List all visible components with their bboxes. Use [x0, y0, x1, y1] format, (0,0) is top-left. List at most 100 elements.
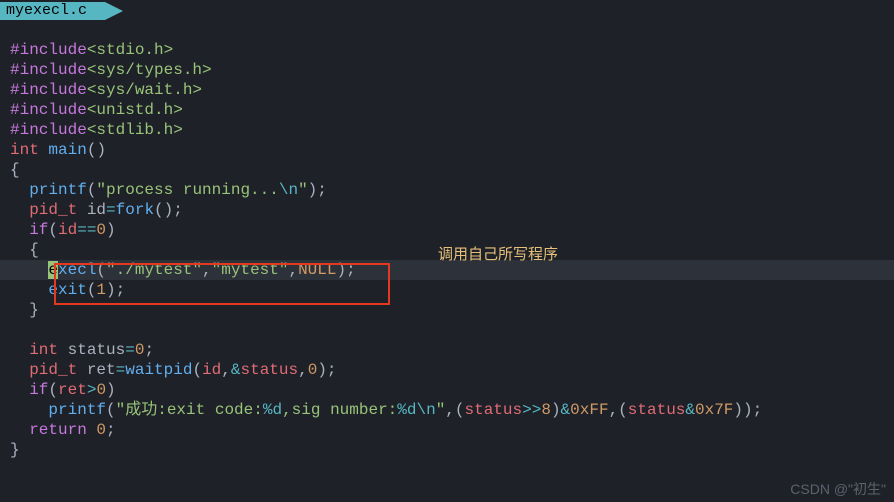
comma: , — [298, 361, 308, 379]
fn-waitpid: waitpid — [125, 361, 192, 379]
num-zero: 0 — [308, 361, 318, 379]
op-amp: & — [561, 401, 571, 419]
comma: , — [609, 401, 619, 419]
var-status: status — [58, 341, 125, 359]
kw-pidt: pid_t — [29, 201, 77, 219]
op-amp: & — [685, 401, 695, 419]
header-syswait: <sys/wait.h> — [87, 81, 202, 99]
num-eight: 8 — [541, 401, 551, 419]
num-one: 1 — [96, 281, 106, 299]
paren: ) — [106, 281, 116, 299]
paren: ) — [308, 181, 318, 199]
kw-include: #include — [10, 61, 87, 79]
var-status: status — [465, 401, 523, 419]
brace: { — [29, 241, 39, 259]
fn-main: main — [48, 141, 86, 159]
str: "成功:exit code: — [116, 401, 263, 419]
paren: ) — [733, 401, 743, 419]
var-id: id — [58, 221, 77, 239]
num-hexff: 0xFF — [570, 401, 608, 419]
semicolon: ; — [753, 401, 763, 419]
kw-include: #include — [10, 81, 87, 99]
paren: ( — [87, 141, 97, 159]
kw-include: #include — [10, 101, 87, 119]
fn-printf: printf — [29, 181, 87, 199]
paren: ) — [743, 401, 753, 419]
op-eqeq: == — [77, 221, 96, 239]
str: ,sig number: — [282, 401, 397, 419]
header-stdlib: <stdlib.h> — [87, 121, 183, 139]
str: " — [298, 181, 308, 199]
header-stdio: <stdio.h> — [87, 41, 173, 59]
semicolon: ; — [346, 261, 356, 279]
var-ret: ret — [77, 361, 115, 379]
comma: , — [202, 261, 212, 279]
comma: , — [221, 361, 231, 379]
num-zero: 0 — [96, 221, 106, 239]
watermark-text: CSDN @"初生" — [790, 481, 886, 499]
kw-include: #include — [10, 121, 87, 139]
str: "mytest" — [212, 261, 289, 279]
fn-exit: exit — [48, 281, 86, 299]
num-zero: 0 — [135, 341, 145, 359]
str: "./mytest" — [106, 261, 202, 279]
op-assign: = — [106, 201, 116, 219]
var-id: id — [202, 361, 221, 379]
escape: \n — [279, 181, 298, 199]
var-ret: ret — [58, 381, 87, 399]
brace: } — [29, 301, 39, 319]
fn-printf: printf — [48, 401, 106, 419]
brace: } — [10, 441, 20, 459]
header-unistd: <unistd.h> — [87, 101, 183, 119]
paren: ( — [87, 281, 97, 299]
comma: , — [445, 401, 455, 419]
comma: , — [288, 261, 298, 279]
code-area: #include<stdio.h> #include<sys/types.h> … — [0, 20, 894, 460]
file-tab[interactable]: myexecl.c — [0, 2, 105, 20]
paren: ) — [106, 221, 116, 239]
paren: ( — [96, 261, 106, 279]
paren: ( — [455, 401, 465, 419]
semicolon: ; — [116, 281, 126, 299]
paren: ( — [48, 221, 58, 239]
fn-fork: fork — [116, 201, 154, 219]
semicolon: ; — [327, 361, 337, 379]
escape: \n — [416, 401, 435, 419]
paren: ( — [192, 361, 202, 379]
paren: ( — [154, 201, 164, 219]
semicolon: ; — [173, 201, 183, 219]
op-gt: > — [87, 381, 97, 399]
paren: ) — [317, 361, 327, 379]
kw-return: return — [29, 421, 87, 439]
paren: ( — [618, 401, 628, 419]
num-zero: 0 — [96, 421, 106, 439]
str: "process running... — [96, 181, 278, 199]
num-hex7f: 0x7F — [695, 401, 733, 419]
kw-if: if — [29, 381, 48, 399]
paren: ( — [48, 381, 58, 399]
semicolon: ; — [106, 421, 116, 439]
num-zero: 0 — [96, 381, 106, 399]
kw-int: int — [29, 341, 58, 359]
cursor: e — [48, 261, 58, 279]
paren: ) — [336, 261, 346, 279]
paren: ( — [106, 401, 116, 419]
paren: ( — [87, 181, 97, 199]
op-rshift: >> — [522, 401, 541, 419]
fn-execl: xecl — [58, 261, 96, 279]
kw-null: NULL — [298, 261, 336, 279]
semicolon: ; — [317, 181, 327, 199]
paren: ) — [106, 381, 116, 399]
semicolon: ; — [144, 341, 154, 359]
file-tab-label: myexecl.c — [6, 2, 87, 19]
paren: ) — [551, 401, 561, 419]
brace: { — [10, 161, 20, 179]
str: " — [436, 401, 446, 419]
var-status: status — [628, 401, 686, 419]
op-assign: = — [125, 341, 135, 359]
paren: ) — [96, 141, 106, 159]
fmt: %d — [397, 401, 416, 419]
header-systypes: <sys/types.h> — [87, 61, 212, 79]
var-status: status — [240, 361, 298, 379]
var-id: id — [77, 201, 106, 219]
